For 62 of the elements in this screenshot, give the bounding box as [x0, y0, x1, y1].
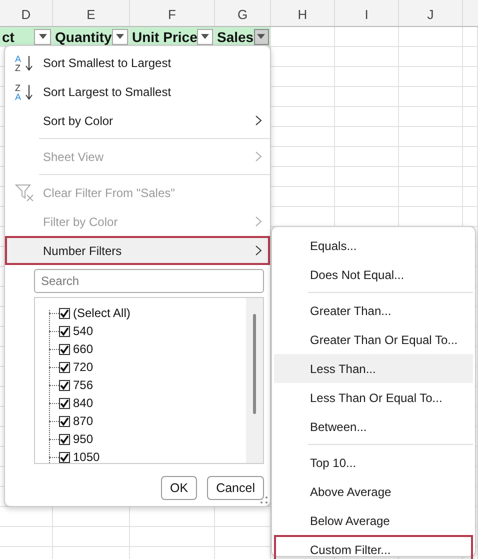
menu-item[interactable]: Less Than Or Equal To...: [274, 383, 473, 412]
checkbox[interactable]: [59, 362, 70, 372]
chevron-right-icon: [255, 216, 262, 227]
column-header[interactable]: F: [130, 0, 215, 26]
menu-item[interactable]: Z A Sort Largest to Smallest: [5, 77, 270, 106]
menu-item[interactable]: Equals...: [274, 231, 473, 260]
value-label: 756: [73, 378, 94, 392]
checkbox[interactable]: [59, 452, 70, 462]
value-label: 1050: [73, 450, 100, 463]
menu-item[interactable]: Below Average: [274, 506, 473, 535]
caret-icon: [116, 34, 124, 39]
checkbox[interactable]: [59, 308, 70, 318]
resize-grip-icon[interactable]: [260, 496, 268, 504]
chevron-right-icon: [255, 151, 262, 162]
menu-item[interactable]: A Z Sort Smallest to Largest: [5, 48, 270, 77]
filter-dropdown-button[interactable]: [254, 28, 269, 44]
value-label: 950: [73, 432, 94, 446]
menu-item[interactable]: Greater Than Or Equal To...: [274, 325, 473, 354]
header-text: Quantity: [55, 28, 112, 44]
filter-dropdown-button[interactable]: [112, 28, 128, 44]
column-header[interactable]: J: [399, 0, 463, 26]
value-label: 840: [73, 396, 94, 410]
dialog-button[interactable]: OK: [161, 476, 198, 500]
checkbox[interactable]: [59, 434, 70, 444]
header-text: Unit Price: [132, 28, 198, 44]
menu-item[interactable]: Between...: [274, 412, 473, 441]
checkbox[interactable]: [59, 416, 70, 426]
clear-filter-icon: [15, 184, 35, 202]
value-label: 660: [73, 342, 94, 356]
chevron-right-icon: [255, 245, 262, 256]
caret-icon: [257, 34, 266, 39]
menu-item[interactable]: Sort by Color: [5, 106, 270, 135]
caret-icon: [38, 34, 46, 39]
scrollbar[interactable]: [246, 298, 263, 463]
header-text: Sales: [217, 28, 254, 44]
filter-dropdown-button[interactable]: [34, 28, 51, 44]
checkbox[interactable]: [59, 398, 70, 408]
menu-item[interactable]: Custom Filter...: [274, 535, 473, 559]
value-label: 870: [73, 414, 94, 428]
value-label: 720: [73, 360, 94, 374]
column-header[interactable]: H: [271, 0, 335, 26]
menu-item[interactable]: Top 10...: [274, 448, 473, 477]
value-label: 540: [73, 324, 94, 338]
filter-dropdown-button[interactable]: [197, 28, 213, 44]
caret-icon: [201, 34, 210, 39]
chevron-right-icon: [255, 115, 262, 126]
dialog-button[interactable]: Cancel: [207, 476, 264, 500]
menu-item[interactable]: Does Not Equal...: [274, 260, 473, 289]
header-text: ct: [2, 28, 14, 44]
checkbox[interactable]: [59, 380, 70, 390]
menu-item[interactable]: Greater Than...: [274, 296, 473, 325]
search-field[interactable]: Search: [34, 269, 264, 293]
menu-item[interactable]: Above Average: [274, 477, 473, 506]
column-header[interactable]: D: [0, 0, 53, 26]
menu-item[interactable]: Less Than...: [274, 354, 473, 383]
checkbox[interactable]: [59, 326, 70, 336]
checkbox[interactable]: [59, 344, 70, 354]
column-header[interactable]: I: [335, 0, 399, 26]
menu-item[interactable]: Number Filters: [5, 236, 270, 265]
column-header[interactable]: G: [215, 0, 271, 26]
value-label: (Select All): [73, 306, 130, 320]
column-header[interactable]: E: [53, 0, 130, 26]
